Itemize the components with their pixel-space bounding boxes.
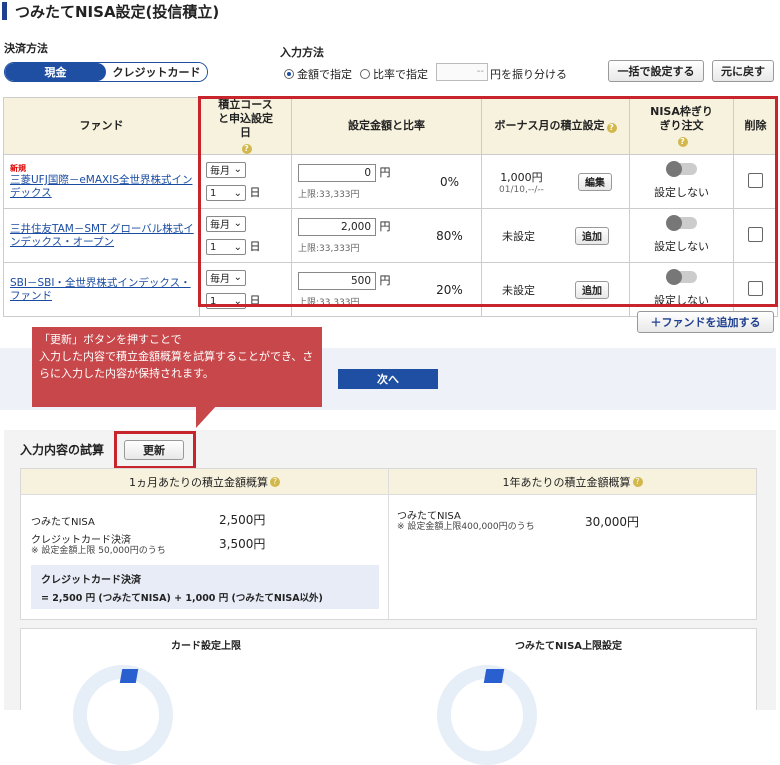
monthly-head: 1ヵ月あたりの積立金額概算? [21, 469, 388, 495]
monthly-card-value: 3,500円 [219, 537, 266, 551]
fund-cell: 三井住友TAM－SMT グローバル株式インデックス・オープン [3, 208, 200, 263]
payment-label: 決済方法 [4, 42, 48, 55]
update-highlight [114, 431, 196, 469]
help-icon[interactable]: ? [270, 476, 280, 487]
monthly-nisa-label: つみたてNISA [31, 517, 95, 528]
highlight-frame [198, 96, 778, 307]
fund-cell: SBI－SBI・全世界株式インデックス・ファンド [3, 262, 200, 317]
monthly-panel: 1ヵ月あたりの積立金額概算? つみたてNISA 2,500円 クレジットカード決… [21, 469, 389, 619]
page-title: つみたてNISA設定(投信積立) [0, 0, 219, 22]
header-fund: ファンド [3, 97, 200, 155]
card-limit-title: カード設定上限 [171, 641, 241, 652]
nisa-limit-donut-fill [483, 669, 505, 683]
reset-button[interactable]: 元に戻す [712, 60, 774, 82]
monthly-nisa-value: 2,500円 [219, 513, 266, 527]
add-fund-button[interactable]: ＋ファンドを追加する [637, 311, 774, 333]
monthly-card-note: ※ 設定金額上限 50,000円のうち [31, 546, 166, 556]
radio-ratio-icon[interactable] [360, 69, 370, 79]
fund-link[interactable]: 三井住友TAM－SMT グローバル株式インデックス・オープン [4, 223, 199, 249]
callout-note: 「更新」ボタンを押すことで 入力した内容で積立金額概算を試算することができ、さら… [32, 327, 322, 407]
ratio-suffix: 円を振り分ける [490, 68, 567, 81]
radio-ratio[interactable]: 比率で指定 [360, 66, 428, 82]
callout-tail [196, 404, 218, 428]
radio-amount-icon[interactable] [284, 69, 294, 79]
ratio-total-input[interactable]: -- [436, 63, 488, 81]
yearly-panel: 1年あたりの積立金額概算? つみたてNISA ※ 設定金額上限400,000円の… [389, 469, 756, 619]
title-bar [2, 2, 7, 20]
payment-cash-option[interactable]: 現金 [5, 63, 106, 81]
yearly-nisa-value: 30,000円 [585, 515, 639, 529]
yearly-nisa-note: ※ 設定金額上限400,000円のうち [397, 522, 535, 532]
fund-link[interactable]: 三菱UFJ国際－eMAXIS全世界株式インデックス [4, 174, 199, 200]
fund-link[interactable]: SBI－SBI・全世界株式インデックス・ファンド [4, 277, 199, 303]
yearly-head: 1年あたりの積立金額概算? [389, 469, 756, 495]
trial-label: 入力内容の試算 [20, 443, 105, 457]
payment-toggle[interactable]: 現金 クレジットカード [4, 62, 208, 82]
radio-amount[interactable]: 金額で指定 [284, 66, 352, 82]
new-badge: 新規 [10, 164, 26, 173]
card-breakdown-box: クレジットカード決済 = 2,500 円 (つみたてNISA) + 1,000 … [31, 565, 379, 609]
card-limit-donut-fill [119, 669, 139, 683]
nisa-limit-title: つみたてNISA上限設定 [515, 641, 623, 652]
estimate-panel: 1ヵ月あたりの積立金額概算? つみたてNISA 2,500円 クレジットカード決… [20, 468, 757, 620]
input-method-label: 入力方法 [280, 46, 324, 59]
limits-panel: カード設定上限 つみたてNISA上限設定 [20, 628, 757, 765]
help-icon[interactable]: ? [632, 476, 643, 487]
fund-cell: 新規 三菱UFJ国際－eMAXIS全世界株式インデックス [3, 154, 200, 209]
bulk-set-button[interactable]: 一括で設定する [608, 60, 704, 82]
next-button[interactable]: 次へ [338, 369, 438, 389]
payment-card-option[interactable]: クレジットカード [106, 63, 207, 81]
